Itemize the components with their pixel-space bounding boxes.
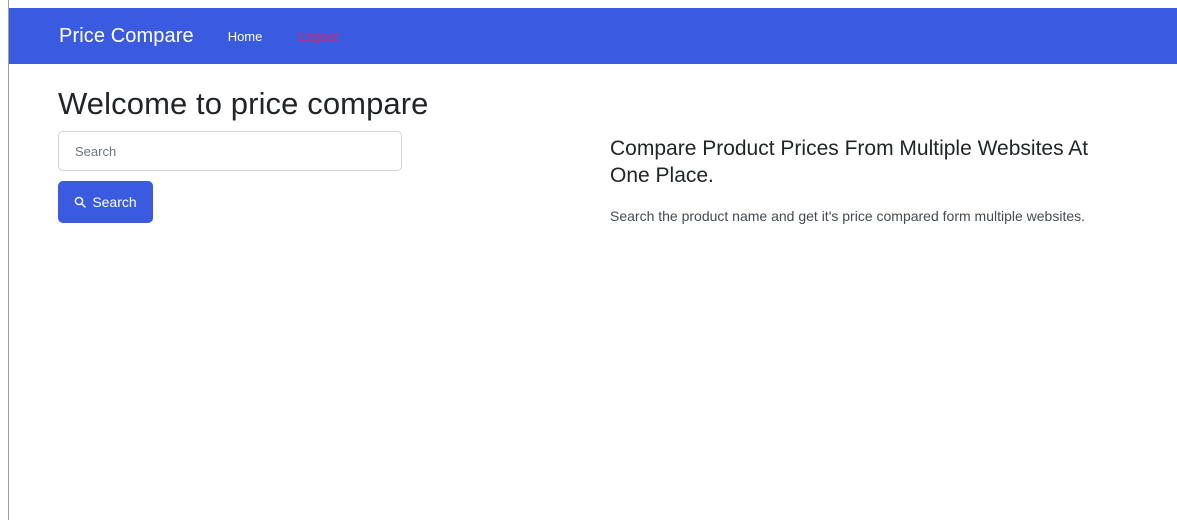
search-button[interactable]: Search (58, 181, 153, 223)
page-left-border (8, 0, 9, 520)
search-icon (75, 196, 87, 208)
nav-link-logout[interactable]: Logout (298, 29, 338, 44)
promo-heading: Compare Product Prices From Multiple Web… (610, 137, 1089, 187)
main-content: Welcome to price compare Search Compare … (58, 86, 1138, 224)
promo-section: Compare Product Prices From Multiple Web… (610, 135, 1130, 227)
brand-link[interactable]: Price Compare (59, 25, 194, 48)
nav-link-home[interactable]: Home (228, 29, 263, 44)
search-input[interactable] (58, 131, 402, 171)
promo-text: Search the product name and get it's pri… (610, 208, 1086, 224)
search-button-label: Search (92, 194, 137, 210)
page-title: Welcome to price compare (58, 86, 429, 121)
top-navbar: Price Compare Home Logout (9, 8, 1177, 64)
